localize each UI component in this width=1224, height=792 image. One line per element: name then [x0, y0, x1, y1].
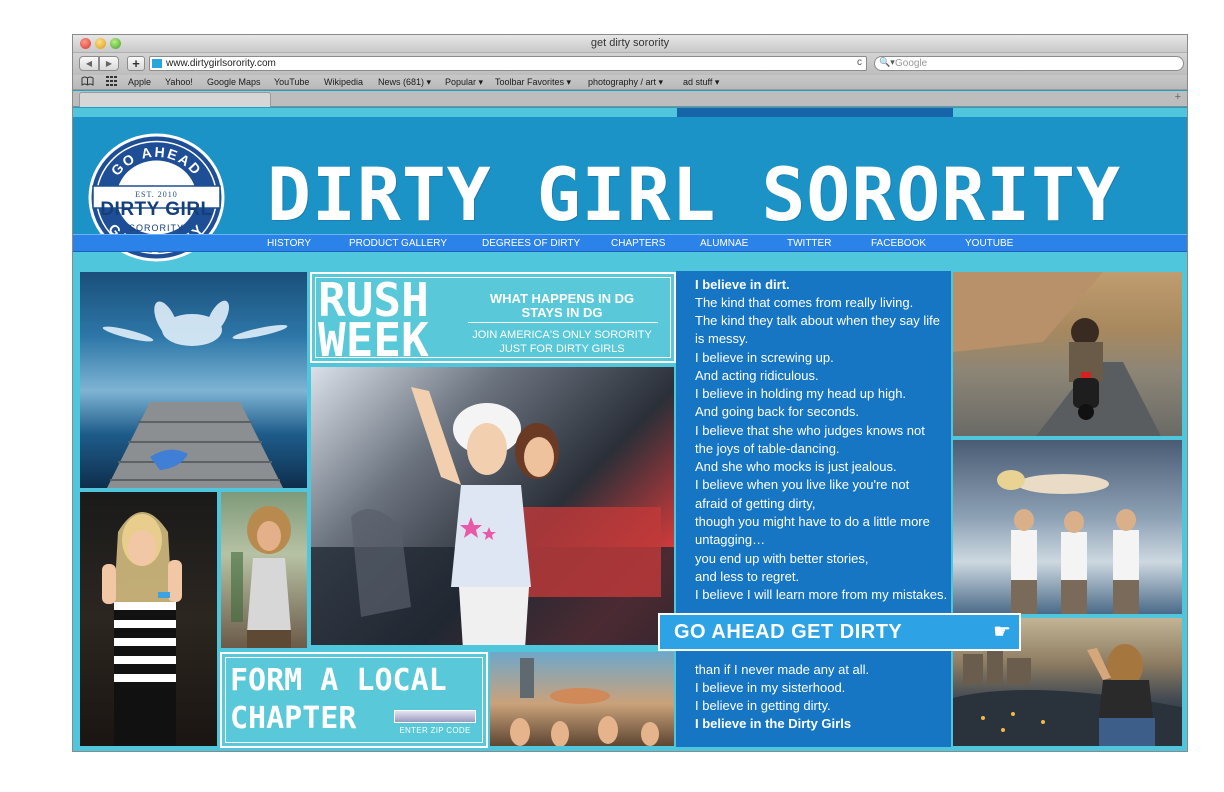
bookmark-popular[interactable]: Popular ▾	[445, 77, 483, 88]
bookmark-wikipedia[interactable]: Wikipedia	[324, 77, 363, 87]
creed-line: the joys of table-dancing.	[695, 441, 840, 456]
rush-tagline-1: WHAT HAPPENS IN DG	[489, 291, 635, 306]
search-placeholder: Google	[895, 58, 928, 69]
window-title: get dirty sorority	[590, 37, 670, 49]
creed-line: I believe in my sisterhood.	[695, 680, 846, 695]
nav-alumnae[interactable]: ALUMNAE	[700, 238, 748, 249]
nav-history[interactable]: HISTORY	[267, 238, 311, 249]
creed-line: I believe I will learn more from my mist…	[695, 587, 948, 602]
photo-girl-gesture	[78, 490, 219, 748]
search-icon[interactable]: 🔍▾	[879, 57, 895, 68]
creed-line: The kind that comes from really living.	[695, 295, 914, 310]
rush-week-panel[interactable]: RUSH WEEK WHAT HAPPENS IN DG STAYS IN DG…	[310, 272, 676, 363]
seal-name: DIRTY GIRL	[100, 199, 213, 220]
new-tab-button[interactable]: +	[1175, 91, 1181, 103]
seal-subtitle: SORORITY	[128, 223, 184, 233]
title-bar: get dirty sorority	[73, 35, 1187, 53]
creed-panel: I believe in dirt. The kind that comes f…	[676, 271, 951, 747]
creed-line: is messy.	[695, 331, 749, 346]
site-favicon-icon	[152, 59, 162, 68]
go-banner-label: GO AHEAD GET DIRTY	[674, 621, 903, 643]
rush-subline-1: JOIN AMERICA'S ONLY SORORITY	[472, 329, 652, 341]
web-page: DIRTY GIRL SORORITY GO AHEAD GET DIRTY E…	[73, 108, 1187, 751]
nav-twitter[interactable]: TWITTER	[787, 238, 831, 249]
creed-line: than if I never made any at all.	[695, 662, 870, 677]
forward-button[interactable]: ▶	[99, 56, 119, 71]
creed-line: though you might have to do a little mor…	[695, 514, 930, 529]
address-bar[interactable]: www.dirtygirlsorority.com c	[149, 56, 867, 71]
site-title: DIRTY GIRL SORORITY	[267, 153, 1122, 238]
top-sites-grid-icon[interactable]	[106, 76, 117, 89]
creed-line: you end up with better stories,	[695, 551, 869, 566]
photo-crowd-surfing	[488, 650, 676, 748]
nav-degrees-of-dirty[interactable]: DEGREES OF DIRTY	[482, 238, 580, 249]
bookmark-news[interactable]: News (681) ▾	[378, 77, 431, 88]
nav-youtube[interactable]: YOUTUBE	[965, 238, 1013, 249]
bookmark-photography-art[interactable]: photography / art ▾	[588, 77, 663, 88]
bookmarks-bar: Apple Yahoo! Google Maps YouTube Wikiped…	[73, 75, 1187, 90]
zip-code-input[interactable]	[394, 710, 476, 723]
site-navigation: HISTORY PRODUCT GALLERY DEGREES OF DIRTY…	[73, 234, 1187, 252]
bookmark-youtube[interactable]: YouTube	[274, 77, 309, 87]
nav-product-gallery[interactable]: PRODUCT GALLERY	[349, 238, 447, 249]
browser-window: get dirty sorority ◀ ▶ + www.dirtygirlso…	[72, 34, 1188, 752]
rush-divider	[468, 322, 658, 323]
creed-line: And going back for seconds.	[695, 404, 860, 419]
creed-line: I believe when you live like you're not	[695, 477, 910, 492]
creed-line: I believe that she who judges knows not	[695, 423, 925, 438]
back-button[interactable]: ◀	[79, 56, 99, 71]
go-ahead-get-dirty-button[interactable]: GO AHEAD GET DIRTY ☛	[658, 613, 1021, 651]
creed-line: And acting ridiculous.	[695, 368, 819, 383]
creed-line: I believe in screwing up.	[695, 350, 834, 365]
site-header: DIRTY GIRL SORORITY	[73, 117, 1187, 238]
creed-line: I believe in holding my head up high.	[695, 386, 907, 401]
creed-line: I believe in the Dirty Girls	[695, 716, 852, 731]
bookmark-yahoo[interactable]: Yahoo!	[165, 77, 193, 87]
creed-line: and less to regret.	[695, 569, 800, 584]
zip-code-label: ENTER ZIP CODE	[399, 726, 471, 735]
reading-list-book-icon[interactable]	[81, 76, 94, 89]
rush-subline-2: JUST FOR DIRTY GIRLS	[499, 343, 625, 355]
nav-facebook[interactable]: FACEBOOK	[871, 238, 926, 249]
reload-icon[interactable]: c	[857, 57, 862, 68]
tab-strip: +	[73, 91, 1187, 107]
bookmark-toolbar-favorites[interactable]: Toolbar Favorites ▾	[495, 77, 571, 88]
chapter-heading-1: FORM A LOCAL	[230, 663, 447, 698]
search-field[interactable]: 🔍▾ Google	[874, 56, 1184, 71]
add-bookmark-button[interactable]: +	[127, 56, 145, 71]
bookmark-ad-stuff[interactable]: ad stuff ▾	[683, 77, 719, 88]
seal-established: EST. 2010	[135, 190, 178, 199]
chapter-heading-2: CHAPTER	[230, 701, 357, 736]
creed-line: untagging…	[695, 532, 766, 547]
photo-dock-splash	[78, 270, 309, 490]
rush-tagline-2: STAYS IN DG	[521, 305, 603, 320]
nav-chapters[interactable]: CHAPTERS	[611, 238, 665, 249]
photo-cheer-lift	[951, 438, 1184, 616]
url-text[interactable]: www.dirtygirlsorority.com	[166, 58, 276, 69]
tab-current[interactable]	[79, 92, 271, 107]
creed-line: I believe in getting dirty.	[695, 698, 831, 713]
pointing-hand-icon: ☛	[993, 621, 1011, 643]
creed-line: And she who mocks is just jealous.	[695, 459, 897, 474]
week-heading: WEEK	[318, 313, 429, 367]
creed-line: afraid of getting dirty,	[695, 496, 816, 511]
photo-girl-shouting	[219, 490, 309, 650]
photo-amusement-ride	[309, 365, 676, 647]
browser-toolbar: ◀ ▶ + www.dirtygirlsorority.com c 🔍▾ Goo…	[73, 53, 1187, 75]
bookmark-apple[interactable]: Apple	[128, 77, 151, 87]
photo-scooter-couple	[951, 270, 1184, 438]
creed-line: I believe in dirt.	[695, 277, 790, 292]
form-chapter-panel: FORM A LOCAL CHAPTER ENTER ZIP CODE	[220, 652, 488, 748]
top-accent-band	[677, 108, 953, 117]
creed-line: The kind they talk about when they say l…	[695, 313, 940, 328]
bookmark-google-maps[interactable]: Google Maps	[207, 77, 261, 87]
